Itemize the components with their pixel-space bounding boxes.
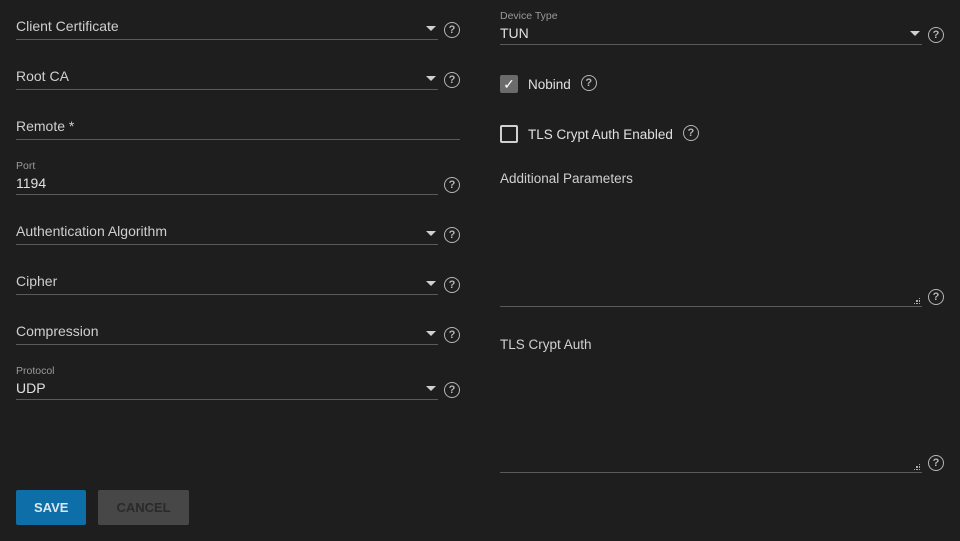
root-ca-label: Root CA	[16, 67, 426, 87]
help-icon[interactable]: ?	[444, 227, 460, 243]
chevron-down-icon[interactable]	[910, 31, 920, 36]
help-icon[interactable]: ?	[444, 382, 460, 398]
port-label: Port	[16, 160, 438, 172]
help-icon[interactable]: ?	[928, 27, 944, 43]
remote-label: Remote *	[16, 117, 460, 137]
chevron-down-icon[interactable]	[426, 281, 436, 286]
nobind-checkbox[interactable]: ✓	[500, 75, 518, 93]
chevron-down-icon[interactable]	[426, 26, 436, 31]
help-icon[interactable]: ?	[444, 72, 460, 88]
auth-algorithm-label: Authentication Algorithm	[16, 222, 426, 242]
additional-parameters-label: Additional Parameters	[500, 171, 944, 186]
help-icon[interactable]: ?	[928, 289, 944, 305]
device-type-field[interactable]: Device Type TUN ?	[500, 10, 944, 45]
compression-field[interactable]: Compression ?	[16, 315, 460, 345]
help-icon[interactable]: ?	[444, 22, 460, 38]
resize-grip-icon[interactable]	[914, 464, 921, 471]
help-icon[interactable]: ?	[683, 125, 699, 141]
protocol-label: Protocol	[16, 365, 426, 377]
tls-enabled-label: TLS Crypt Auth Enabled	[528, 127, 673, 142]
protocol-field[interactable]: Protocol UDP ?	[16, 365, 460, 400]
chevron-down-icon[interactable]	[426, 76, 436, 81]
nobind-checkbox-row: ✓ Nobind ?	[500, 75, 944, 93]
additional-parameters-field[interactable]: Additional Parameters ?	[500, 165, 944, 307]
tls-enabled-checkbox-row: TLS Crypt Auth Enabled ?	[500, 125, 944, 143]
help-icon[interactable]: ?	[444, 277, 460, 293]
help-icon[interactable]: ?	[444, 177, 460, 193]
auth-algorithm-field[interactable]: Authentication Algorithm ?	[16, 215, 460, 245]
root-ca-field[interactable]: Root CA ?	[16, 60, 460, 90]
resize-grip-icon[interactable]	[914, 298, 921, 305]
client-certificate-field[interactable]: Client Certificate ?	[16, 10, 460, 40]
help-icon[interactable]: ?	[581, 75, 597, 91]
tls-crypt-auth-label: TLS Crypt Auth	[500, 337, 944, 352]
chevron-down-icon[interactable]	[426, 386, 436, 391]
remote-field[interactable]: Remote *	[16, 110, 460, 140]
nobind-label: Nobind	[528, 77, 571, 92]
port-field[interactable]: Port 1194 ?	[16, 160, 460, 195]
chevron-down-icon[interactable]	[426, 231, 436, 236]
protocol-value: UDP	[16, 379, 426, 397]
tls-enabled-checkbox[interactable]	[500, 125, 518, 143]
device-type-label: Device Type	[500, 10, 910, 22]
cipher-label: Cipher	[16, 272, 426, 292]
compression-label: Compression	[16, 322, 426, 342]
cancel-button[interactable]: CANCEL	[98, 490, 188, 525]
cipher-field[interactable]: Cipher ?	[16, 265, 460, 295]
help-icon[interactable]: ?	[444, 327, 460, 343]
save-button[interactable]: SAVE	[16, 490, 86, 525]
help-icon[interactable]: ?	[928, 455, 944, 471]
chevron-down-icon[interactable]	[426, 331, 436, 336]
port-value[interactable]: 1194	[16, 174, 438, 192]
device-type-value: TUN	[500, 24, 910, 42]
tls-crypt-auth-field[interactable]: TLS Crypt Auth ?	[500, 331, 944, 473]
client-certificate-label: Client Certificate	[16, 17, 426, 37]
